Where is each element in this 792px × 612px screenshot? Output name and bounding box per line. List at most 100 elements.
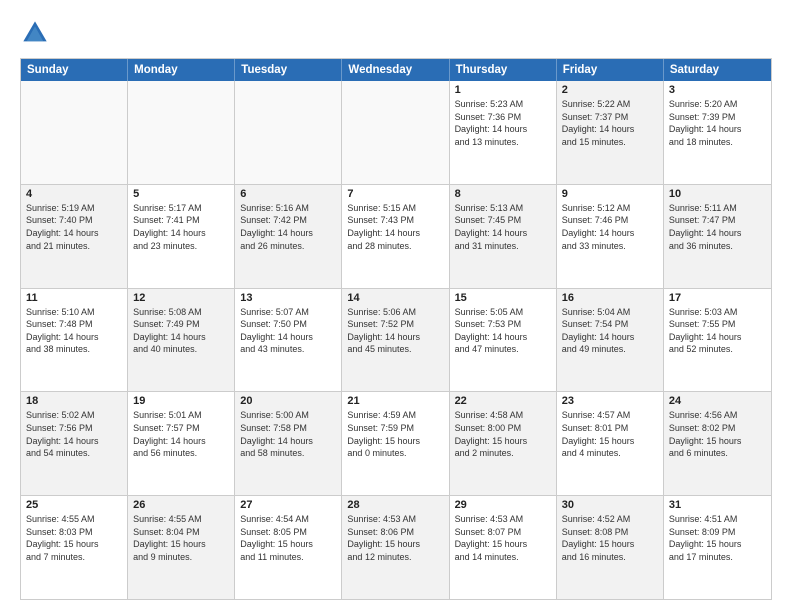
header — [20, 18, 772, 48]
day-number: 30 — [562, 499, 658, 511]
day-number: 1 — [455, 84, 551, 96]
calendar-cell — [128, 81, 235, 184]
day-number: 8 — [455, 188, 551, 200]
calendar-cell: 31 Sunrise: 4:51 AM Sunset: 8:09 PM Dayli… — [664, 496, 771, 599]
calendar-cell: 30 Sunrise: 4:52 AM Sunset: 8:08 PM Dayli… — [557, 496, 664, 599]
logo-icon — [20, 18, 50, 48]
cell-content: Sunrise: 5:12 AM Sunset: 7:46 PM Dayligh… — [562, 202, 658, 252]
calendar-cell — [342, 81, 449, 184]
calendar-cell: 19 Sunrise: 5:01 AM Sunset: 7:57 PM Dayli… — [128, 392, 235, 495]
day-number: 31 — [669, 499, 766, 511]
page: SundayMondayTuesdayWednesdayThursdayFrid… — [0, 0, 792, 612]
calendar-cell: 4 Sunrise: 5:19 AM Sunset: 7:40 PM Daylig… — [21, 185, 128, 288]
calendar: SundayMondayTuesdayWednesdayThursdayFrid… — [20, 58, 772, 600]
day-number: 16 — [562, 292, 658, 304]
cell-content: Sunrise: 4:58 AM Sunset: 8:00 PM Dayligh… — [455, 409, 551, 459]
cell-content: Sunrise: 5:16 AM Sunset: 7:42 PM Dayligh… — [240, 202, 336, 252]
calendar-cell: 3 Sunrise: 5:20 AM Sunset: 7:39 PM Daylig… — [664, 81, 771, 184]
day-number: 3 — [669, 84, 766, 96]
header-day-sunday: Sunday — [21, 59, 128, 81]
day-number: 24 — [669, 395, 766, 407]
cell-content: Sunrise: 5:20 AM Sunset: 7:39 PM Dayligh… — [669, 98, 766, 148]
cell-content: Sunrise: 5:02 AM Sunset: 7:56 PM Dayligh… — [26, 409, 122, 459]
cell-content: Sunrise: 5:22 AM Sunset: 7:37 PM Dayligh… — [562, 98, 658, 148]
cell-content: Sunrise: 4:54 AM Sunset: 8:05 PM Dayligh… — [240, 513, 336, 563]
day-number: 25 — [26, 499, 122, 511]
header-day-tuesday: Tuesday — [235, 59, 342, 81]
header-day-saturday: Saturday — [664, 59, 771, 81]
calendar-cell: 28 Sunrise: 4:53 AM Sunset: 8:06 PM Dayli… — [342, 496, 449, 599]
header-day-monday: Monday — [128, 59, 235, 81]
cell-content: Sunrise: 4:51 AM Sunset: 8:09 PM Dayligh… — [669, 513, 766, 563]
calendar-cell: 22Sunrise: 4:58 AM Sunset: 8:00 PM Dayli… — [450, 392, 557, 495]
calendar-row-5: 25 Sunrise: 4:55 AM Sunset: 8:03 PM Dayli… — [21, 496, 771, 599]
logo — [20, 18, 54, 48]
cell-content: Sunrise: 5:07 AM Sunset: 7:50 PM Dayligh… — [240, 306, 336, 356]
cell-content: Sunrise: 4:57 AM Sunset: 8:01 PM Dayligh… — [562, 409, 658, 459]
cell-content: Sunrise: 5:10 AM Sunset: 7:48 PM Dayligh… — [26, 306, 122, 356]
calendar-cell: 7Sunrise: 5:15 AM Sunset: 7:43 PM Daylig… — [342, 185, 449, 288]
day-number: 4 — [26, 188, 122, 200]
day-number: 21 — [347, 395, 443, 407]
calendar-cell: 17Sunrise: 5:03 AM Sunset: 7:55 PM Dayli… — [664, 289, 771, 392]
header-day-friday: Friday — [557, 59, 664, 81]
calendar-cell: 1 Sunrise: 5:23 AM Sunset: 7:36 PM Daylig… — [450, 81, 557, 184]
cell-content: Sunrise: 5:15 AM Sunset: 7:43 PM Dayligh… — [347, 202, 443, 252]
cell-content: Sunrise: 5:06 AM Sunset: 7:52 PM Dayligh… — [347, 306, 443, 356]
header-day-wednesday: Wednesday — [342, 59, 449, 81]
cell-content: Sunrise: 4:53 AM Sunset: 8:06 PM Dayligh… — [347, 513, 443, 563]
calendar-row-4: 18 Sunrise: 5:02 AM Sunset: 7:56 PM Dayli… — [21, 392, 771, 496]
calendar-cell: 5 Sunrise: 5:17 AM Sunset: 7:41 PM Daylig… — [128, 185, 235, 288]
calendar-cell: 27 Sunrise: 4:54 AM Sunset: 8:05 PM Dayli… — [235, 496, 342, 599]
cell-content: Sunrise: 4:53 AM Sunset: 8:07 PM Dayligh… — [455, 513, 551, 563]
calendar-cell: 14 Sunrise: 5:06 AM Sunset: 7:52 PM Dayli… — [342, 289, 449, 392]
cell-content: Sunrise: 5:19 AM Sunset: 7:40 PM Dayligh… — [26, 202, 122, 252]
calendar-row-1: 1 Sunrise: 5:23 AM Sunset: 7:36 PM Daylig… — [21, 81, 771, 185]
day-number: 17 — [669, 292, 766, 304]
calendar-cell: 15Sunrise: 5:05 AM Sunset: 7:53 PM Dayli… — [450, 289, 557, 392]
calendar-cell — [235, 81, 342, 184]
calendar-cell: 9 Sunrise: 5:12 AM Sunset: 7:46 PM Daylig… — [557, 185, 664, 288]
day-number: 11 — [26, 292, 122, 304]
day-number: 26 — [133, 499, 229, 511]
calendar-row-2: 4 Sunrise: 5:19 AM Sunset: 7:40 PM Daylig… — [21, 185, 771, 289]
cell-content: Sunrise: 5:04 AM Sunset: 7:54 PM Dayligh… — [562, 306, 658, 356]
day-number: 14 — [347, 292, 443, 304]
cell-content: Sunrise: 5:17 AM Sunset: 7:41 PM Dayligh… — [133, 202, 229, 252]
calendar-cell: 18 Sunrise: 5:02 AM Sunset: 7:56 PM Dayli… — [21, 392, 128, 495]
cell-content: Sunrise: 5:11 AM Sunset: 7:47 PM Dayligh… — [669, 202, 766, 252]
calendar-cell: 13 Sunrise: 5:07 AM Sunset: 7:50 PM Dayli… — [235, 289, 342, 392]
cell-content: Sunrise: 4:55 AM Sunset: 8:04 PM Dayligh… — [133, 513, 229, 563]
calendar-cell: 2 Sunrise: 5:22 AM Sunset: 7:37 PM Daylig… — [557, 81, 664, 184]
calendar-cell: 12 Sunrise: 5:08 AM Sunset: 7:49 PM Dayli… — [128, 289, 235, 392]
calendar-cell: 24Sunrise: 4:56 AM Sunset: 8:02 PM Dayli… — [664, 392, 771, 495]
day-number: 6 — [240, 188, 336, 200]
calendar-cell: 10Sunrise: 5:11 AM Sunset: 7:47 PM Dayli… — [664, 185, 771, 288]
calendar-header: SundayMondayTuesdayWednesdayThursdayFrid… — [21, 59, 771, 81]
day-number: 12 — [133, 292, 229, 304]
cell-content: Sunrise: 4:52 AM Sunset: 8:08 PM Dayligh… — [562, 513, 658, 563]
cell-content: Sunrise: 4:55 AM Sunset: 8:03 PM Dayligh… — [26, 513, 122, 563]
day-number: 28 — [347, 499, 443, 511]
day-number: 5 — [133, 188, 229, 200]
cell-content: Sunrise: 4:59 AM Sunset: 7:59 PM Dayligh… — [347, 409, 443, 459]
calendar-row-3: 11 Sunrise: 5:10 AM Sunset: 7:48 PM Dayli… — [21, 289, 771, 393]
calendar-body: 1 Sunrise: 5:23 AM Sunset: 7:36 PM Daylig… — [21, 81, 771, 599]
calendar-cell: 29Sunrise: 4:53 AM Sunset: 8:07 PM Dayli… — [450, 496, 557, 599]
cell-content: Sunrise: 5:23 AM Sunset: 7:36 PM Dayligh… — [455, 98, 551, 148]
day-number: 9 — [562, 188, 658, 200]
cell-content: Sunrise: 5:00 AM Sunset: 7:58 PM Dayligh… — [240, 409, 336, 459]
header-day-thursday: Thursday — [450, 59, 557, 81]
day-number: 18 — [26, 395, 122, 407]
cell-content: Sunrise: 5:01 AM Sunset: 7:57 PM Dayligh… — [133, 409, 229, 459]
day-number: 2 — [562, 84, 658, 96]
day-number: 20 — [240, 395, 336, 407]
day-number: 23 — [562, 395, 658, 407]
day-number: 13 — [240, 292, 336, 304]
calendar-cell: 8Sunrise: 5:13 AM Sunset: 7:45 PM Daylig… — [450, 185, 557, 288]
calendar-cell: 11 Sunrise: 5:10 AM Sunset: 7:48 PM Dayli… — [21, 289, 128, 392]
calendar-cell: 23 Sunrise: 4:57 AM Sunset: 8:01 PM Dayli… — [557, 392, 664, 495]
day-number: 19 — [133, 395, 229, 407]
day-number: 27 — [240, 499, 336, 511]
cell-content: Sunrise: 5:08 AM Sunset: 7:49 PM Dayligh… — [133, 306, 229, 356]
